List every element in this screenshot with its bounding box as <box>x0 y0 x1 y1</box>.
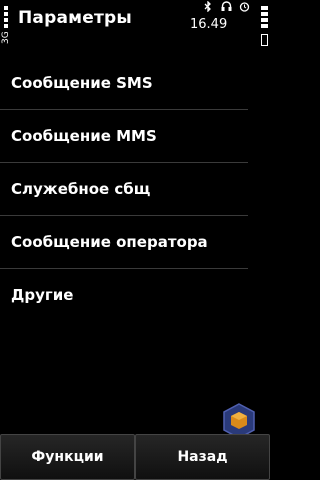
menu-item-label: Сообщение оператора <box>11 233 208 251</box>
status-icons <box>202 0 250 15</box>
menu-item-label: Другие <box>11 286 74 304</box>
menu-item-other[interactable]: Другие <box>0 269 248 321</box>
headset-icon <box>220 1 232 15</box>
menu-item-mms[interactable]: Сообщение MMS <box>0 110 248 163</box>
alarm-icon <box>238 1 250 15</box>
options-softkey[interactable]: Функции <box>0 434 135 480</box>
clock: 16.49 <box>190 17 228 32</box>
page-title: Параметры <box>18 8 132 28</box>
bluetooth-icon <box>202 0 214 15</box>
battery-icon <box>261 6 268 46</box>
menu-item-service-message[interactable]: Служебное сбщ <box>0 163 248 216</box>
back-softkey[interactable]: Назад <box>135 434 270 480</box>
signal-strength-icon: 3G <box>1 6 11 46</box>
menu-item-label: Сообщение MMS <box>11 127 157 145</box>
menu-item-operator-message[interactable]: Сообщение оператора <box>0 216 248 269</box>
settings-menu-list: Сообщение SMS Сообщение MMS Служебное сб… <box>0 57 270 321</box>
status-bar: 3G Параметры 16.49 <box>0 0 270 46</box>
menu-item-label: Сообщение SMS <box>11 74 153 92</box>
menu-item-sms[interactable]: Сообщение SMS <box>0 57 248 110</box>
network-indicator: 3G <box>1 31 11 44</box>
menu-item-label: Служебное сбщ <box>11 180 151 198</box>
softkey-bar: Функции Назад <box>0 434 270 480</box>
